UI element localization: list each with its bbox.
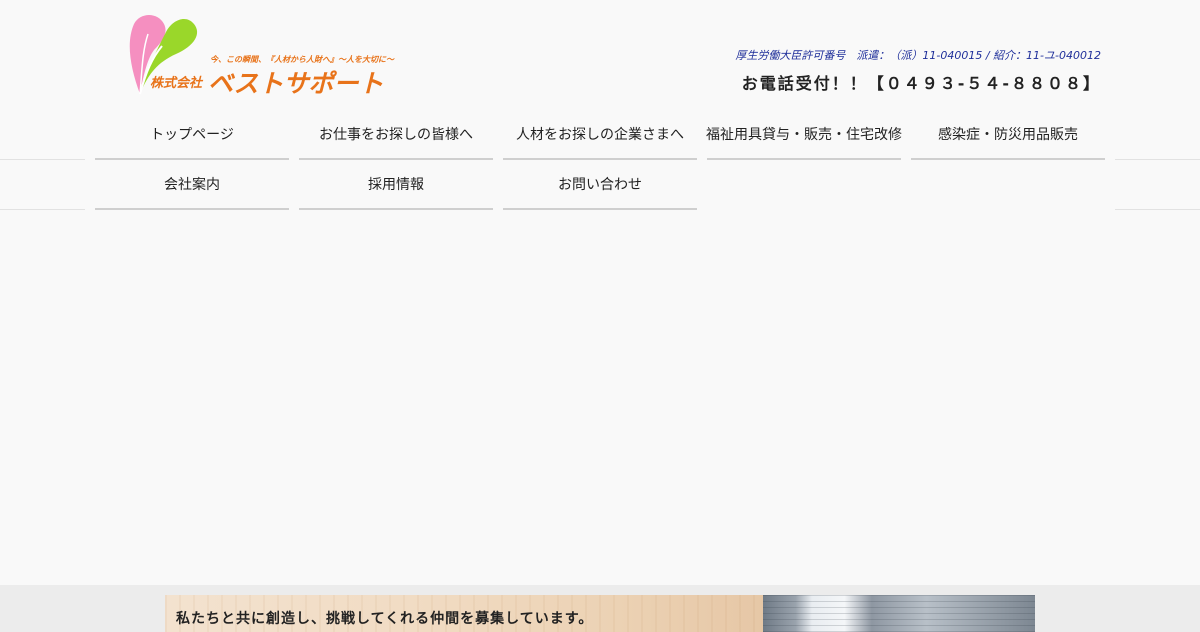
nav-item-recruitment[interactable]: 採用情報 <box>299 160 493 210</box>
phone-number[interactable]: お電話受付！！【０４９３-５４-８８０８】 <box>742 70 1101 94</box>
nav-item-job-seekers[interactable]: お仕事をお探しの皆様へ <box>299 110 493 160</box>
site-logo[interactable]: 今、この瞬間、『人材から人財へ』～人を大切に～ 株式会社 ベストサポート <box>128 12 398 102</box>
nav-item-company-info[interactable]: 会社案内 <box>95 160 289 210</box>
nav-item-disaster-supplies[interactable]: 感染症・防災用品販売 <box>911 110 1105 160</box>
banner-text: 私たちと共に創造し、挑戦してくれる仲間を募集しています。 <box>176 611 594 627</box>
nav-item-contact[interactable]: お問い合わせ <box>503 160 697 210</box>
logo-brand-name: ベストサポート <box>208 69 384 98</box>
license-number: 厚生労働大臣許可番号 派遣：（派）11-040015 / 紹介：11-ユ-040… <box>735 49 1101 62</box>
site-header: 今、この瞬間、『人材から人財へ』～人を大切に～ 株式会社 ベストサポート 厚生労… <box>0 0 1200 110</box>
recruit-banner[interactable]: 私たちと共に創造し、挑戦してくれる仲間を募集しています。 <box>165 595 1035 632</box>
banner-building-photo <box>763 595 1035 632</box>
nav-item-top[interactable]: トップページ <box>95 110 289 160</box>
nav-item-welfare-equipment[interactable]: 福祉用具貸与・販売・住宅改修 <box>706 110 902 160</box>
nav-item-companies[interactable]: 人材をお探しの企業さまへ <box>503 110 697 160</box>
logo-company-prefix: 株式会社 <box>150 76 203 91</box>
page: 今、この瞬間、『人材から人財へ』～人を大切に～ 株式会社 ベストサポート 厚生労… <box>0 0 1200 632</box>
